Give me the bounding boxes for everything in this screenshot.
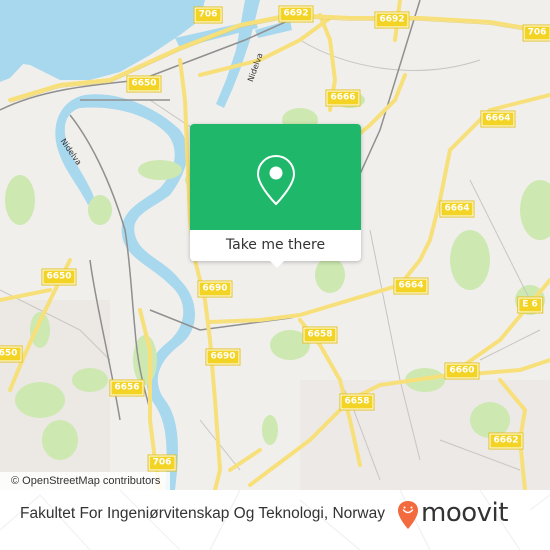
map-attribution[interactable]: © OpenStreetMap contributors	[0, 472, 171, 490]
road-shield-6660: 6660	[444, 362, 480, 380]
road-shield-6664: 6664	[480, 110, 516, 128]
road-shield-6650: 6650	[126, 75, 162, 93]
map-view[interactable]: 706 6692 6692 706 6650 6666 6664 6664 66…	[0, 0, 550, 490]
road-shield-6650: 6650	[41, 268, 77, 286]
footer-bar: Fakultet For Ingeniørvitenskap Og Teknol…	[0, 490, 550, 550]
road-shield-6690: 6690	[205, 348, 241, 366]
moovit-logo-text[interactable]: moovit	[421, 498, 508, 528]
popup-header	[190, 124, 361, 230]
destination-popup: Take me there	[190, 124, 361, 268]
road-shield-6692: 6692	[374, 11, 410, 29]
road-shield-6656: 6656	[109, 379, 145, 397]
road-shield-6658: 6658	[302, 326, 338, 344]
road-shield-6666: 6666	[325, 89, 361, 107]
road-shield-650: 650	[0, 345, 23, 363]
road-shield-6664: 6664	[439, 200, 475, 218]
location-title: Fakultet For Ingeniørvitenskap Og Teknol…	[20, 505, 385, 522]
map-pin-icon	[256, 154, 296, 206]
road-shield-6664: 6664	[393, 277, 429, 295]
road-shield-706: 706	[193, 6, 223, 24]
road-shield-e6: E 6	[517, 296, 543, 314]
road-shield-6658: 6658	[339, 393, 375, 411]
popup-pointer	[269, 260, 285, 268]
road-shield-6662: 6662	[488, 432, 524, 450]
road-shield-706: 706	[147, 454, 177, 472]
road-shield-6692: 6692	[278, 5, 314, 23]
road-shield-6690: 6690	[197, 280, 233, 298]
road-shield-706: 706	[522, 24, 550, 42]
take-me-there-button[interactable]: Take me there	[190, 230, 361, 261]
moovit-pin-icon	[398, 501, 418, 529]
